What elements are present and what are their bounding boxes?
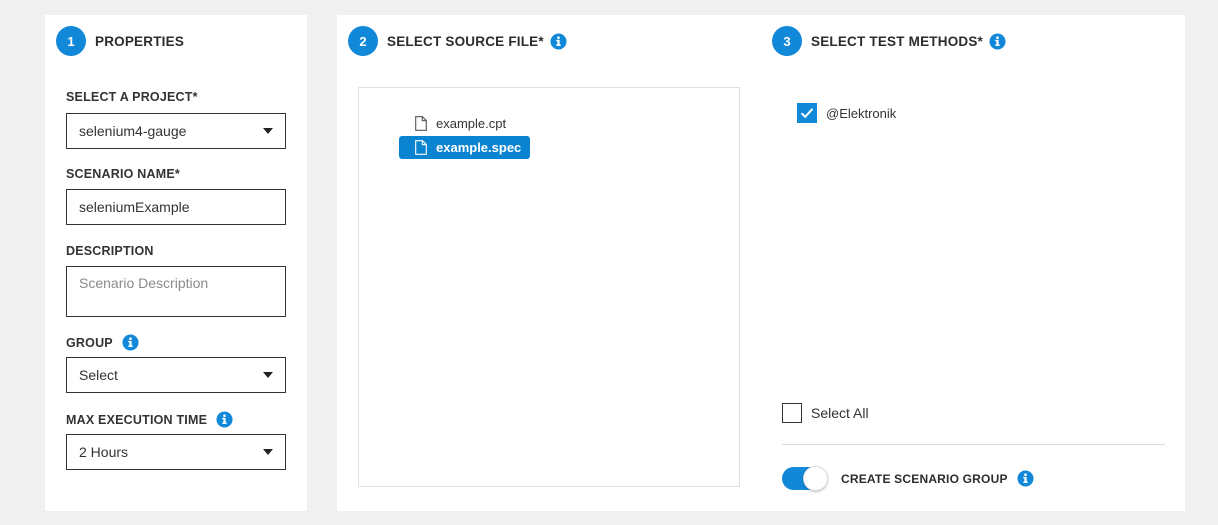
toggle-knob — [803, 466, 828, 491]
info-icon[interactable] — [1017, 470, 1034, 487]
project-select[interactable]: selenium4-gauge — [66, 113, 286, 149]
create-scenario-group-label: CREATE SCENARIO GROUP — [841, 471, 1008, 486]
chevron-down-icon — [263, 372, 273, 378]
checkmark-icon — [800, 108, 814, 119]
max-execution-time-value: 2 Hours — [79, 444, 129, 460]
divider — [782, 444, 1165, 445]
group-select-value: Select — [79, 367, 118, 383]
test-method-row[interactable]: @Elektronik — [797, 103, 896, 123]
file-icon — [415, 116, 427, 131]
scenario-name-input[interactable] — [66, 189, 286, 225]
description-label: DESCRIPTION — [66, 244, 154, 258]
step-number-3: 3 — [772, 26, 802, 56]
max-execution-time-label: MAX EXECUTION TIME — [66, 412, 208, 427]
chevron-down-icon — [263, 449, 273, 455]
source-file-title: SELECT SOURCE FILE* — [387, 33, 544, 49]
group-label: GROUP — [66, 335, 113, 350]
source-file-header: 2 SELECT SOURCE FILE* — [348, 26, 567, 56]
file-item-example-cpt[interactable]: example.cpt — [399, 112, 515, 135]
step-number-2: 2 — [348, 26, 378, 56]
test-methods-header: 3 SELECT TEST METHODS* — [772, 26, 1006, 56]
info-icon[interactable] — [216, 411, 233, 428]
info-icon[interactable] — [550, 32, 567, 50]
file-name: example.cpt — [436, 116, 507, 131]
create-scenario-group-row: CREATE SCENARIO GROUP — [782, 466, 1034, 491]
select-all-checkbox[interactable] — [782, 403, 802, 423]
test-method-checkbox[interactable] — [797, 103, 817, 123]
select-all-label: Select All — [811, 405, 869, 421]
max-time-label-row: MAX EXECUTION TIME — [66, 411, 233, 428]
project-label: SELECT A PROJECT* — [66, 90, 198, 104]
source-file-panel: 2 SELECT SOURCE FILE* example.cpt exampl… — [337, 15, 760, 511]
project-select-value: selenium4-gauge — [79, 123, 187, 139]
step-number-1: 1 — [56, 26, 86, 56]
create-scenario-group-toggle[interactable] — [782, 466, 828, 491]
info-icon[interactable] — [989, 32, 1006, 50]
group-select[interactable]: Select — [66, 357, 286, 393]
select-all-row[interactable]: Select All — [782, 403, 869, 423]
file-tree: example.cpt example.spec — [358, 87, 740, 487]
scenario-name-label: SCENARIO NAME* — [66, 167, 180, 181]
file-name: example.spec — [436, 140, 522, 155]
group-label-row: GROUP — [66, 334, 139, 351]
properties-header: 1 PROPERTIES — [56, 26, 184, 56]
max-execution-time-select[interactable]: 2 Hours — [66, 434, 286, 470]
file-item-example-spec[interactable]: example.spec — [399, 136, 531, 159]
description-textarea[interactable] — [66, 266, 286, 317]
test-method-label: @Elektronik — [826, 105, 897, 121]
info-icon[interactable] — [122, 334, 139, 351]
test-methods-title: SELECT TEST METHODS* — [811, 33, 984, 49]
file-icon — [415, 140, 427, 155]
chevron-down-icon — [263, 128, 273, 134]
properties-panel: 1 PROPERTIES SELECT A PROJECT* selenium4… — [45, 15, 307, 511]
properties-title: PROPERTIES — [95, 33, 185, 49]
test-methods-panel: 3 SELECT TEST METHODS* @Elektronik Selec… — [760, 15, 1185, 511]
